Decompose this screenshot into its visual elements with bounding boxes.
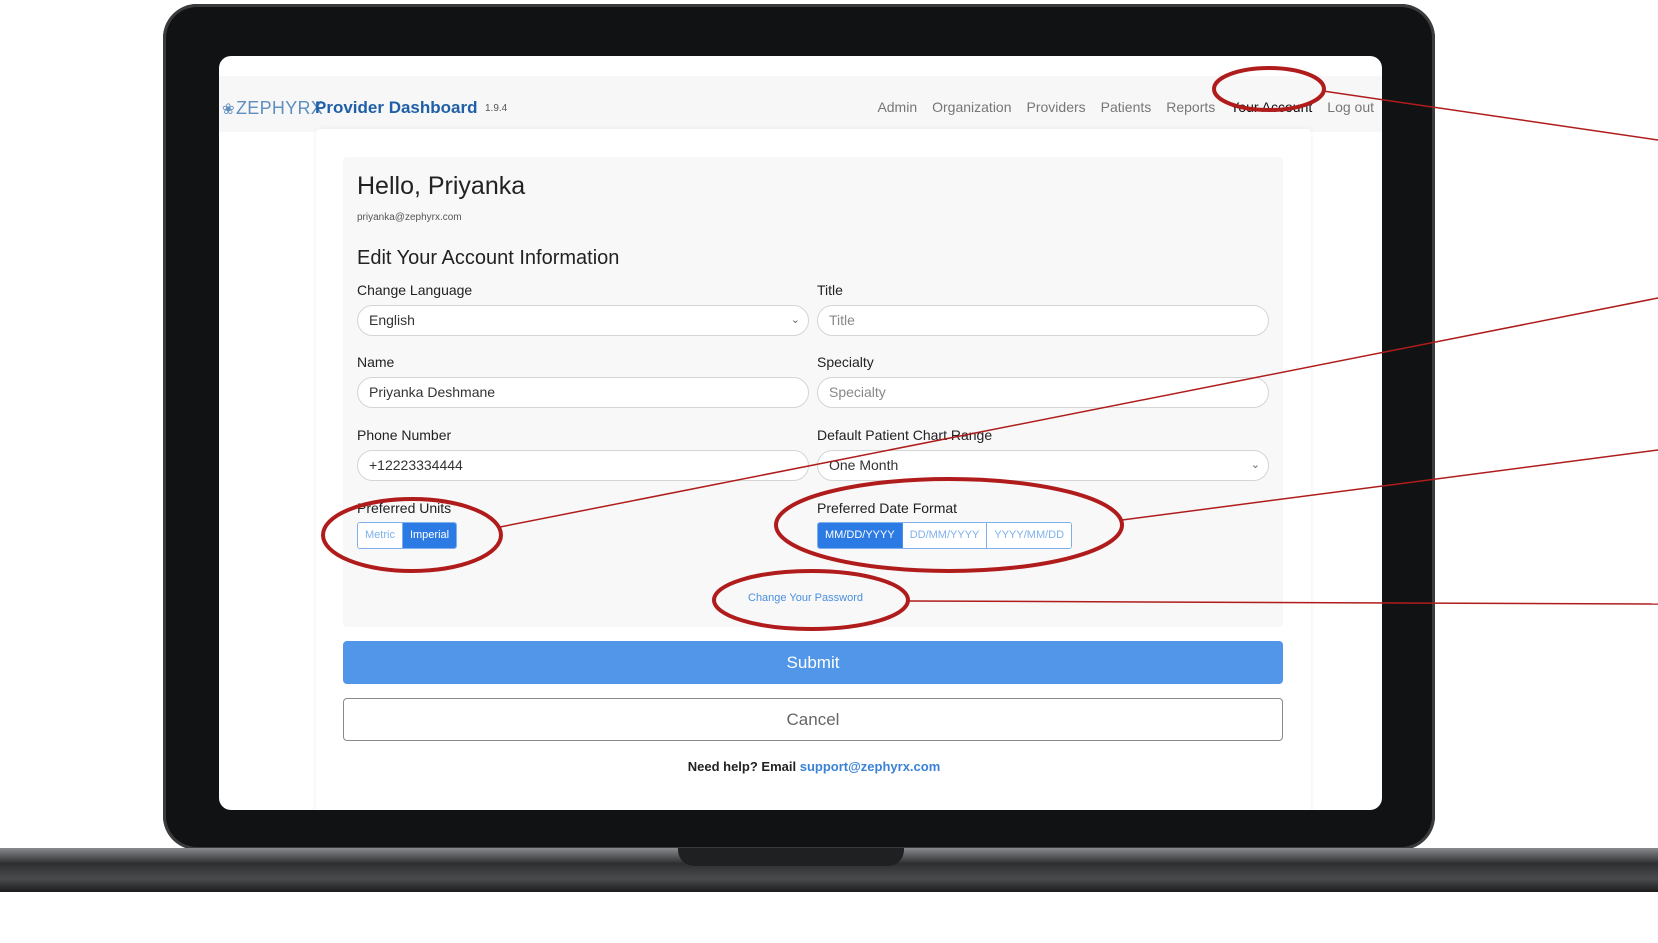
top-navbar: ❀ ZEPHYRX Provider Dashboard 1.9.4 Admin… xyxy=(219,76,1382,132)
title-label: Title xyxy=(817,282,843,298)
nav-your-account[interactable]: Your Account xyxy=(1230,99,1312,115)
date-format-label: Preferred Date Format xyxy=(817,500,958,516)
nav-patients[interactable]: Patients xyxy=(1101,99,1152,115)
greeting-heading: Hello, Priyanka xyxy=(357,172,526,200)
laptop-notch xyxy=(678,848,904,866)
chart-range-value: One Month xyxy=(829,457,899,473)
zephyrx-logo-icon: ❀ xyxy=(222,101,235,118)
phone-label: Phone Number xyxy=(357,427,452,443)
chevron-down-icon: ⌄ xyxy=(1250,459,1260,471)
name-input[interactable]: Priyanka Deshmane xyxy=(357,377,809,408)
nav-reports[interactable]: Reports xyxy=(1166,99,1215,115)
nav-log-out[interactable]: Log out xyxy=(1327,99,1374,115)
name-label: Name xyxy=(357,354,395,370)
chart-range-label: Default Patient Chart Range xyxy=(817,427,993,443)
form-heading: Edit Your Account Information xyxy=(357,247,620,269)
chart-range-select[interactable]: One Month ⌄ xyxy=(817,450,1269,481)
date-format-ddmmyyyy-option[interactable]: DD/MM/YYYY xyxy=(902,523,988,548)
nav-organization[interactable]: Organization xyxy=(932,99,1011,115)
language-label: Change Language xyxy=(357,282,473,298)
date-format-mmddyyyy-option[interactable]: MM/DD/YYYY xyxy=(818,523,903,548)
date-format-toggle: MM/DD/YYYY DD/MM/YYYY YYYY/MM/DD xyxy=(817,522,1073,549)
help-label: Need help? Email xyxy=(687,759,797,774)
change-password-link[interactable]: Change Your Password xyxy=(748,592,863,604)
support-email-link[interactable]: support@zephyrx.com xyxy=(800,759,941,774)
app-brand[interactable]: Provider Dashboard xyxy=(315,98,478,118)
nav-links: Admin Organization Providers Patients Re… xyxy=(877,99,1374,115)
units-metric-option[interactable]: Metric xyxy=(358,523,403,548)
units-label: Preferred Units xyxy=(357,500,452,516)
date-format-yyyymmdd-option[interactable]: YYYY/MM/DD xyxy=(987,523,1072,548)
cancel-button[interactable]: Cancel xyxy=(343,698,1283,741)
title-input[interactable]: Title xyxy=(817,305,1269,336)
phone-input[interactable]: +12223334444 xyxy=(357,450,809,481)
specialty-label: Specialty xyxy=(817,354,874,370)
app-version: 1.9.4 xyxy=(485,103,508,114)
units-imperial-option[interactable]: Imperial xyxy=(402,523,457,548)
nav-admin[interactable]: Admin xyxy=(877,99,917,115)
submit-button[interactable]: Submit xyxy=(343,641,1283,684)
units-toggle: Metric Imperial xyxy=(357,522,458,549)
help-text: Need help? Email support@zephyrx.com xyxy=(219,759,1382,774)
app-screen: ❀ ZEPHYRX Provider Dashboard 1.9.4 Admin… xyxy=(219,56,1382,810)
user-email: priyanka@zephyrx.com xyxy=(357,212,462,223)
nav-providers[interactable]: Providers xyxy=(1027,99,1086,115)
specialty-input[interactable]: Specialty xyxy=(817,377,1269,408)
chevron-down-icon: ⌄ xyxy=(790,314,800,326)
language-value: English xyxy=(369,312,415,328)
logo-text: ZEPHYRX xyxy=(236,98,324,118)
language-select[interactable]: English ⌄ xyxy=(357,305,809,336)
